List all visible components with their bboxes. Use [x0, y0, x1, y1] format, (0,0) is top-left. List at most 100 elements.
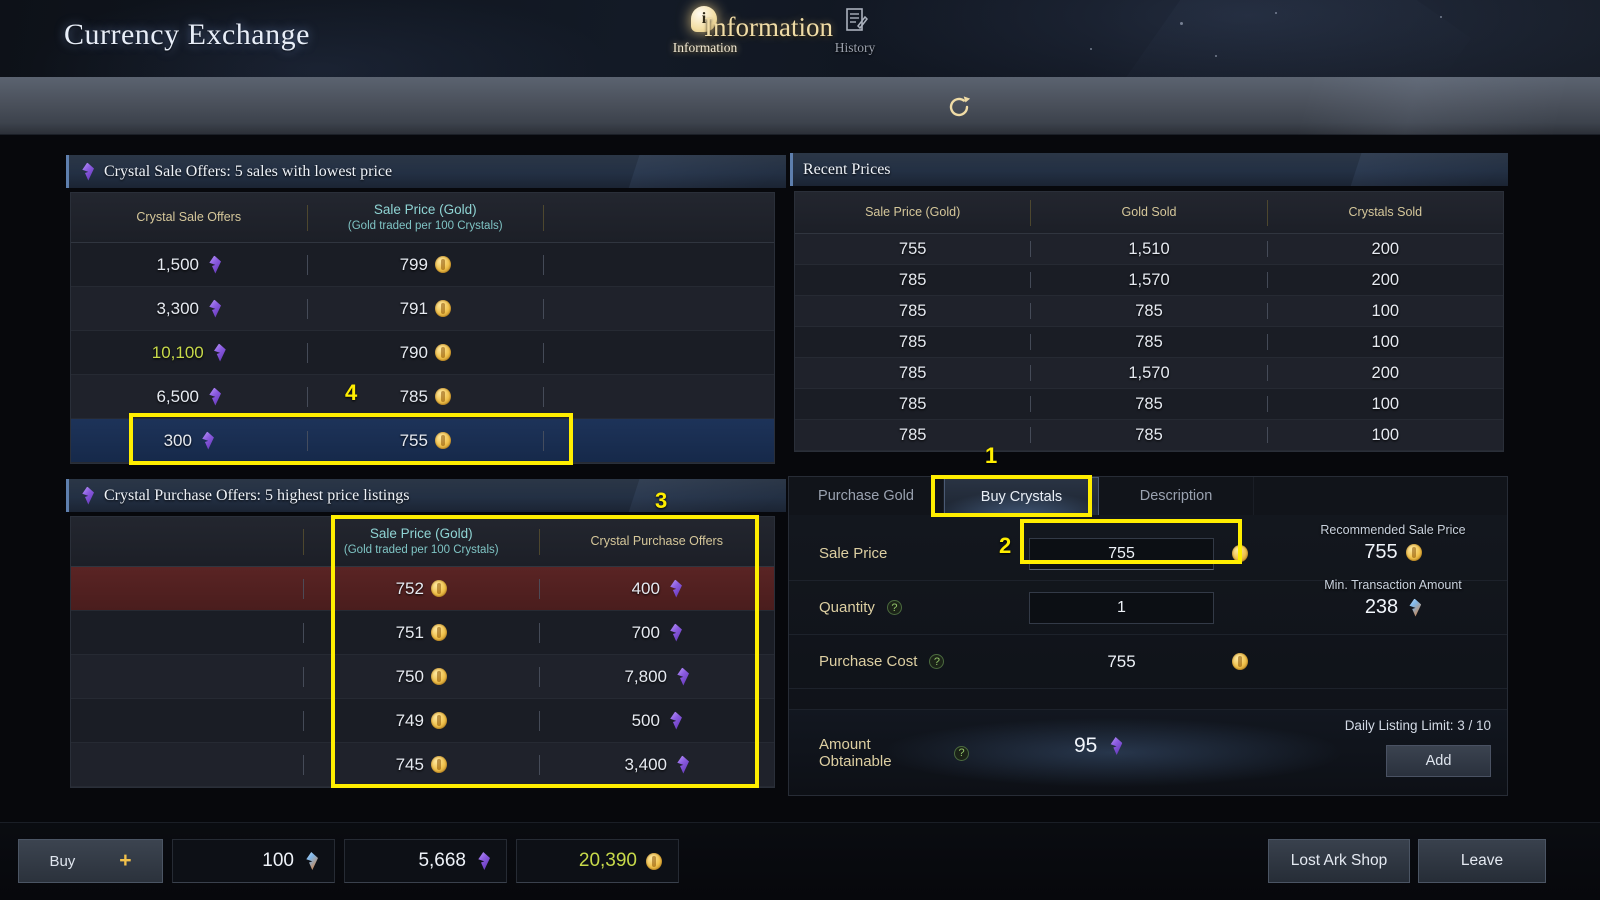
annotation-number-4: 4 [345, 380, 358, 405]
cell-amount: 7,800 [540, 667, 775, 687]
table-header-row: Sale Price (Gold) Gold Sold Crystals Sol… [795, 192, 1503, 234]
history-icon [841, 6, 869, 36]
crystal-icon [1110, 737, 1123, 755]
cell-price: 785 [898, 270, 927, 289]
cell-crystals: 200 [1371, 239, 1400, 258]
cell-price: 755 [308, 431, 544, 451]
crystal-icon [209, 387, 222, 406]
crystal-icon [209, 299, 222, 318]
tab-purchase-gold[interactable]: Purchase Gold [789, 477, 944, 515]
amount-obtainable-label: Amount Obtainable ? [789, 736, 969, 770]
table-row[interactable]: 752 400 [71, 567, 774, 611]
cell-crystals: 100 [1371, 332, 1400, 351]
currency-exchange-screen: Currency Exchange i Information History … [0, 0, 1600, 900]
crystal-icon [478, 852, 490, 870]
currency-gold: 20,390 [516, 839, 679, 883]
cell-price: 750 [304, 667, 539, 687]
col-crystals-sold: Crystals Sold [1348, 204, 1423, 219]
table-row[interactable]: 751 700 [71, 611, 774, 655]
gold-icon [430, 712, 447, 729]
crystal-icon [202, 431, 214, 450]
quantity-value: 1 [1117, 598, 1126, 616]
crystal-purchase-offers-table: Sale Price (Gold) (Gold traded per 100 C… [70, 516, 775, 788]
table-row: 785 785 100 [795, 327, 1503, 358]
crystal-icon [670, 711, 682, 730]
cell-price: 755 [898, 239, 927, 258]
table-row-selected[interactable]: 300 755 [71, 419, 774, 463]
leave-button[interactable]: Leave [1418, 839, 1546, 883]
crystal-icon [214, 343, 226, 362]
annotation-number-2: 2 [999, 533, 1012, 558]
gold-icon [434, 344, 451, 361]
help-icon[interactable]: ? [886, 600, 902, 615]
cell-price: 749 [304, 711, 539, 731]
add-button[interactable]: Add [1386, 745, 1491, 777]
recent-prices-table: Sale Price (Gold) Gold Sold Crystals Sol… [794, 191, 1504, 452]
cell-amount: 700 [540, 623, 775, 643]
crystal-icon [82, 162, 94, 181]
cell-amount: 3,300 [71, 299, 307, 319]
gold-icon [430, 624, 447, 641]
col-gold-sold: Gold Sold [1121, 204, 1177, 219]
cell-amount: 10,100 [71, 343, 307, 363]
cell-price: 785 [898, 301, 927, 320]
tab-buy-crystals[interactable]: Buy Crystals [944, 477, 1099, 515]
gold-icon [1232, 653, 1248, 670]
recent-prices-header: Recent Prices [790, 153, 1508, 186]
amount-obtainable-value: 95 [1074, 734, 1098, 757]
cell-gold: 785 [1135, 332, 1163, 351]
section-title: Information [704, 12, 833, 42]
annotation-number-1: 1 [985, 443, 998, 468]
currency-crystals: 5,668 [344, 839, 507, 883]
table-row[interactable]: 6,500 785 [71, 375, 774, 419]
table-row: 785 785 100 [795, 296, 1503, 327]
quantity-label: Quantity ? [789, 599, 969, 616]
cell-crystals: 100 [1371, 425, 1400, 444]
recent-prices-title: Recent Prices [803, 160, 891, 178]
royal-crystal-amount: 100 [262, 850, 294, 871]
gold-icon [434, 300, 451, 317]
transaction-panel: Purchase Gold Buy Crystals Description S… [788, 476, 1508, 796]
amount-obtainable-section: Amount Obtainable ? 95 Daily Listing Lim… [789, 709, 1507, 795]
gold-icon [430, 580, 447, 597]
help-icon[interactable]: ? [954, 745, 969, 761]
cell-price: 790 [308, 343, 544, 363]
cell-price: 785 [898, 425, 927, 444]
lost-ark-shop-button[interactable]: Lost Ark Shop [1268, 839, 1410, 883]
cell-crystals: 100 [1371, 301, 1400, 320]
page-title: Currency Exchange [64, 18, 310, 51]
cell-gold: 1,570 [1128, 363, 1170, 382]
transaction-tabs: Purchase Gold Buy Crystals Description [789, 477, 1507, 515]
crystal-sale-offers-header: Crystal Sale Offers: 5 sales with lowest… [66, 155, 786, 188]
col-crystal-purchase-offers: Crystal Purchase Offers [590, 533, 723, 548]
crystal-icon [670, 623, 682, 642]
quantity-input[interactable]: 1 [1029, 591, 1214, 624]
sale-price-value: 755 [1108, 544, 1135, 562]
buy-button[interactable]: Buy + [18, 839, 163, 883]
bottom-bar: Buy + 100 5,668 20,390 Lost Ark Shop Lea… [0, 822, 1600, 900]
sale-price-input[interactable]: 755 [1029, 537, 1214, 570]
table-row[interactable]: 1,500 799 [71, 243, 774, 287]
cell-gold: 785 [1135, 394, 1163, 413]
cell-price: 745 [304, 755, 539, 775]
gold-icon [434, 388, 451, 405]
amount-obtainable-value-group: 95 [1074, 734, 1123, 758]
table-row[interactable]: 3,300 791 [71, 287, 774, 331]
tab-description[interactable]: Description [1099, 477, 1254, 515]
table-row[interactable]: 745 3,400 [71, 743, 774, 787]
table-row[interactable]: 750 7,800 [71, 655, 774, 699]
crystal-icon [677, 667, 690, 686]
sale-price-label: Sale Price [819, 545, 888, 562]
cell-crystals: 200 [1371, 363, 1400, 382]
table-row: 785 785 100 [795, 420, 1503, 451]
min-transaction-value: 238 [1293, 596, 1493, 619]
table-row[interactable]: 749 500 [71, 699, 774, 743]
crystal-amount: 5,668 [418, 850, 466, 871]
cell-price: 785 [898, 394, 927, 413]
price-info-box: Recommended Sale Price 755 Min. Transact… [1293, 523, 1493, 619]
help-icon[interactable]: ? [929, 654, 945, 669]
crystal-icon [82, 486, 94, 505]
gold-icon [1405, 544, 1422, 561]
refresh-icon[interactable] [944, 92, 974, 122]
table-row[interactable]: 10,100 790 [71, 331, 774, 375]
